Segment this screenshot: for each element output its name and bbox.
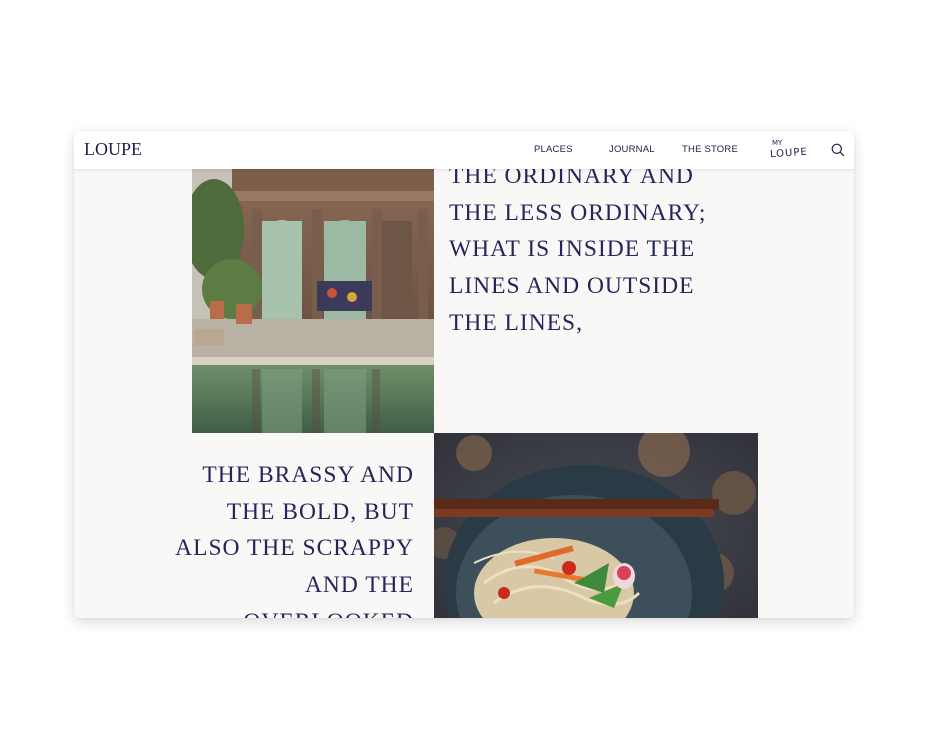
my-loupe-link[interactable]: MY LOUPE [769,137,809,161]
site-logo[interactable]: LOUPE [84,139,142,160]
my-loupe-loupe: LOUPE [769,146,809,161]
noodle-bowl-image [434,433,758,618]
nav-places[interactable]: PLACES [534,144,573,155]
intro-text-right: THE ORDINARY AND THE LESS ORDINARY; WHAT… [449,163,707,336]
nav-journal[interactable]: JOURNAL [609,144,655,155]
browser-window: LOUPE PLACES JOURNAL THE STORE MY LOUPE [74,131,854,618]
nav-the-store[interactable]: THE STORE [682,144,738,155]
intro-text-left: THE BRASSY AND THE BOLD, BUT ALSO THE SC… [175,462,414,618]
courtyard-pool-image [192,169,434,433]
site-header: LOUPE PLACES JOURNAL THE STORE MY LOUPE [74,131,854,169]
search-icon[interactable] [831,143,845,157]
my-loupe-my: MY [772,139,783,147]
